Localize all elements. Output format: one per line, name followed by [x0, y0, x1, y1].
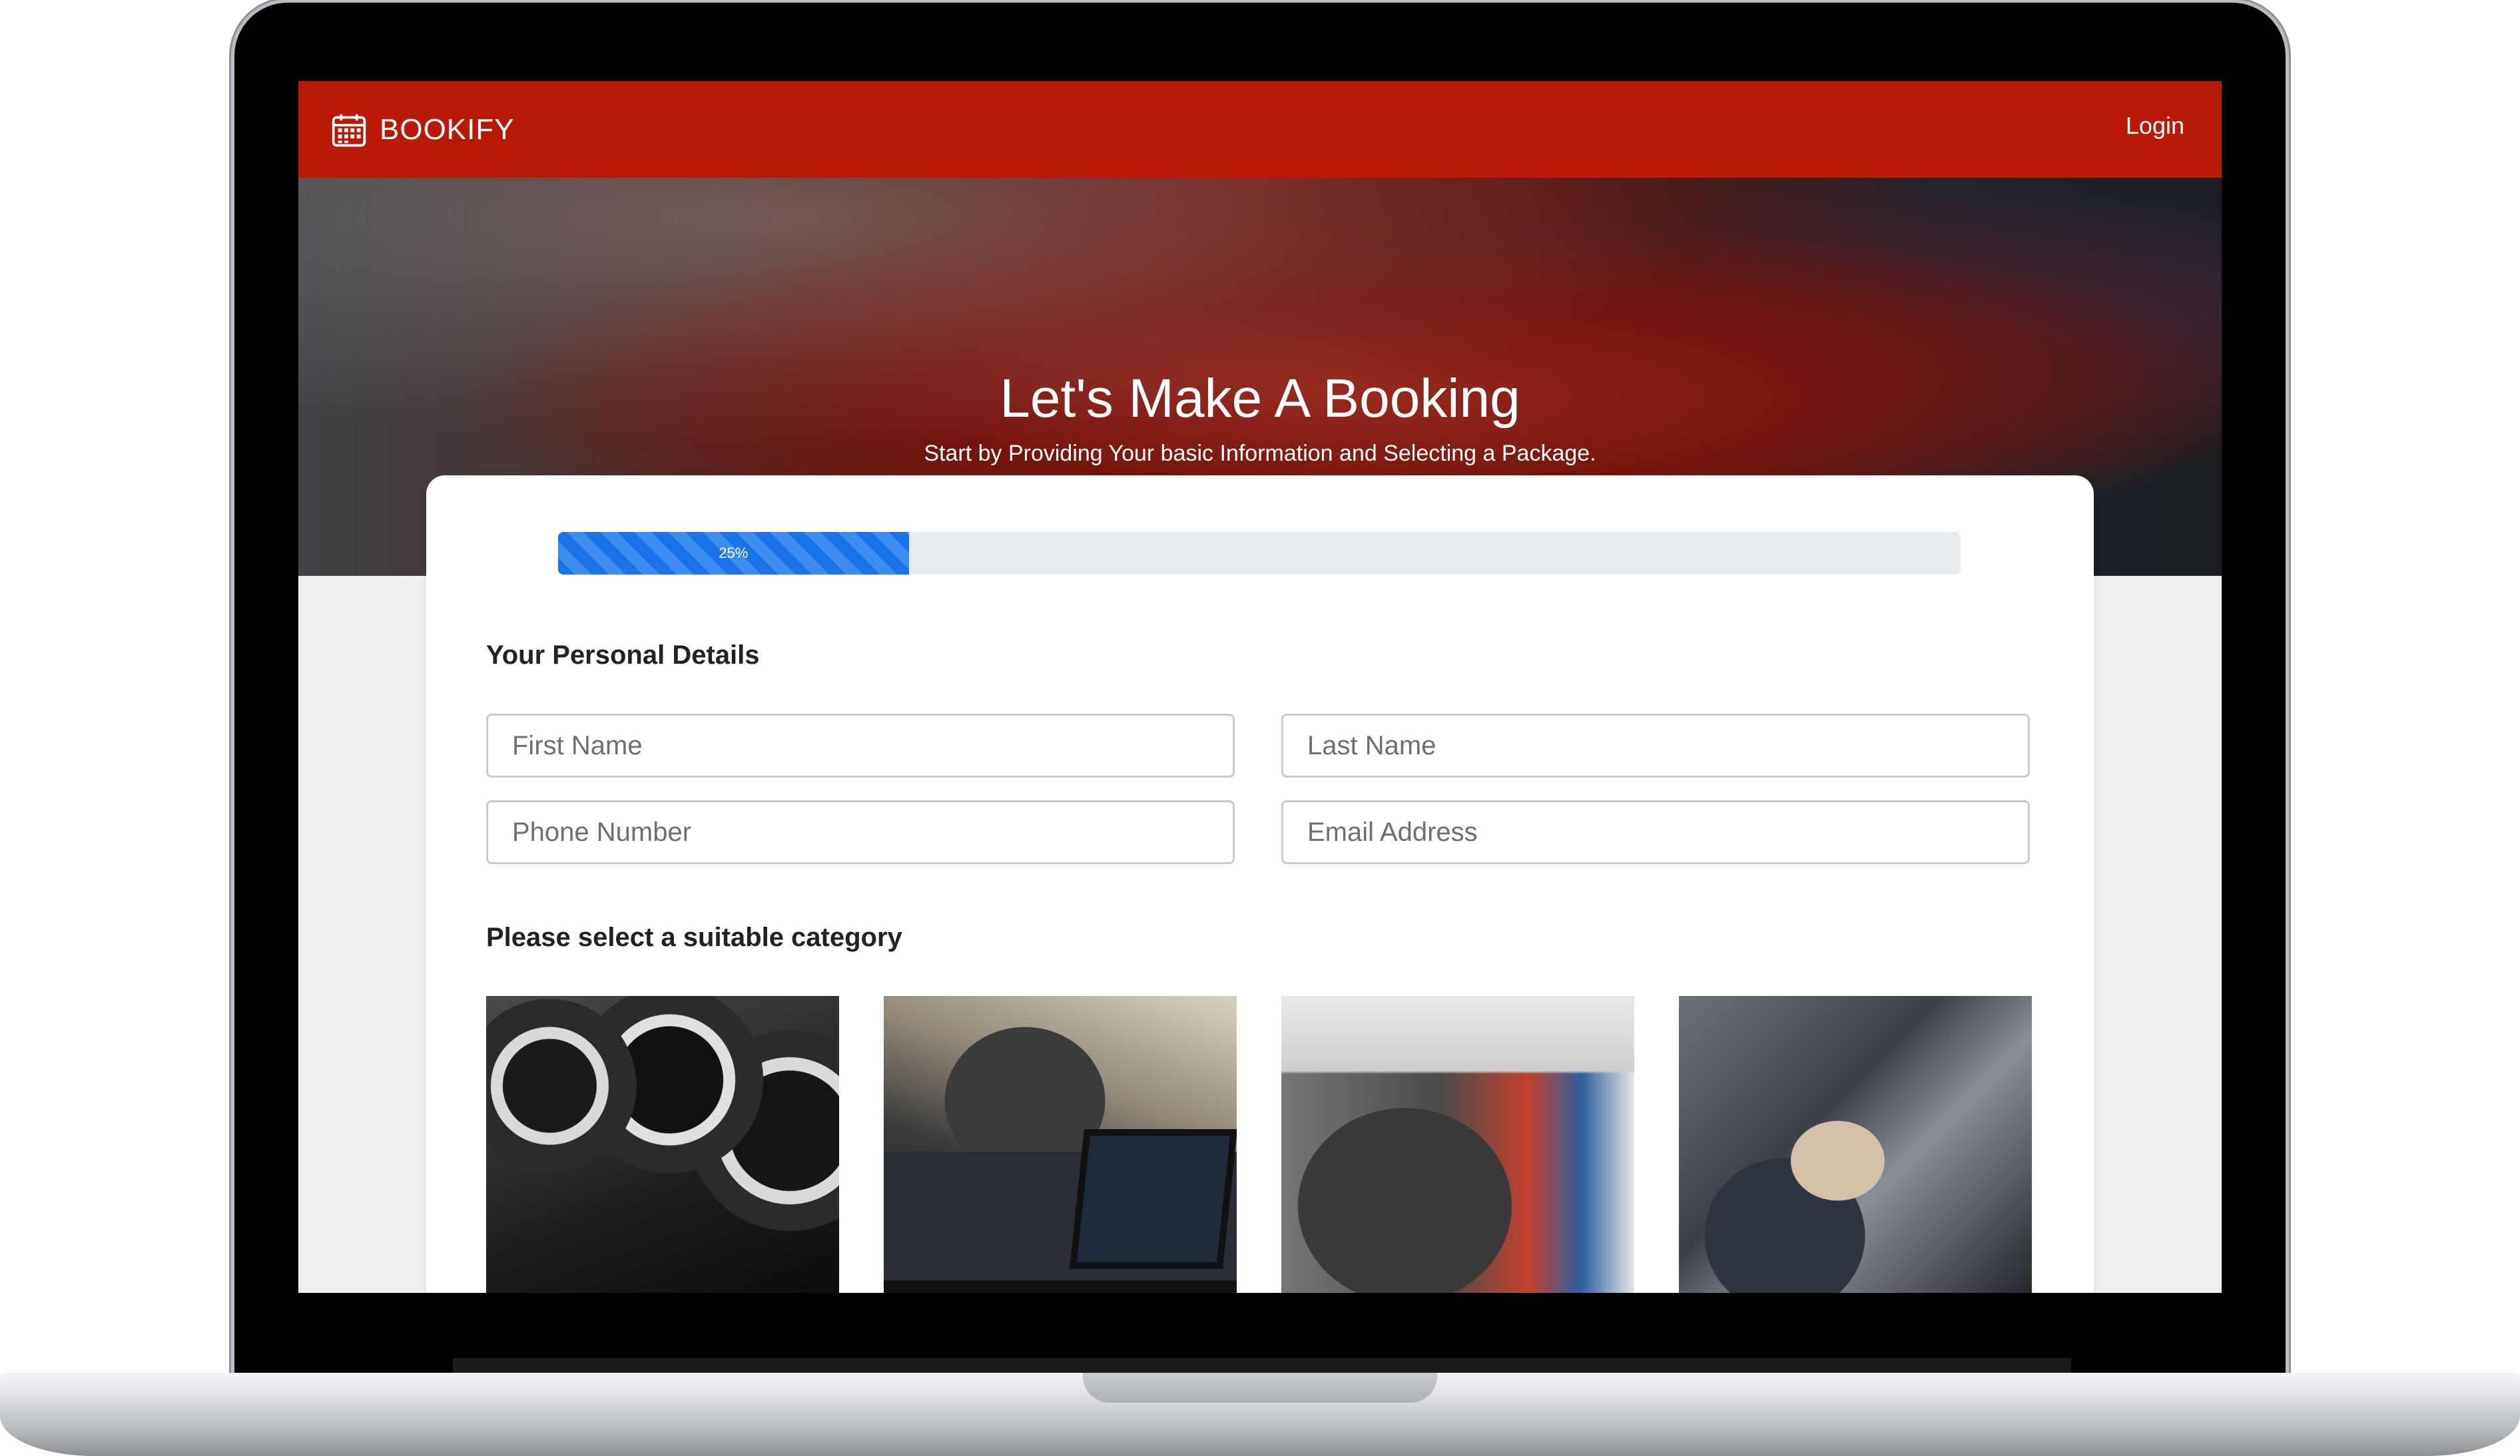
first-name-field[interactable] [486, 714, 1235, 778]
last-name-field[interactable] [1281, 714, 2030, 778]
brand[interactable]: BOOKIFY [330, 111, 515, 148]
booking-form-card: 25% Your Personal Details Please select … [426, 475, 2094, 1293]
progress-bar-fill: 25% [558, 532, 909, 575]
category-card-diagnostics[interactable] [884, 996, 1237, 1293]
category-card-air-vents[interactable] [486, 996, 839, 1293]
diagnostic-laptop-shape [1069, 1129, 1237, 1269]
category-heading: Please select a suitable category [486, 923, 902, 952]
category-card-engine-repair[interactable] [1679, 996, 2032, 1293]
category-card-engine-test[interactable] [1281, 996, 1634, 1293]
screen: BOOKIFY Login Let's Make A Booking Start… [298, 81, 2222, 1293]
laptop-notch [1083, 1373, 1437, 1403]
personal-details-heading: Your Personal Details [486, 640, 760, 670]
login-link[interactable]: Login [2126, 112, 2184, 140]
phone-number-field[interactable] [486, 800, 1235, 864]
calendar-icon [332, 114, 366, 146]
hero-subtitle: Start by Providing Your basic Informatio… [924, 441, 1596, 466]
progress-bar: 25% [558, 532, 1961, 575]
hero-title: Let's Make A Booking [1000, 368, 1520, 429]
laptop-bezel-bottom [453, 1358, 2071, 1373]
email-address-field[interactable] [1281, 800, 2030, 864]
navbar: BOOKIFY Login [298, 81, 2222, 178]
brand-name: BOOKIFY [380, 113, 515, 146]
